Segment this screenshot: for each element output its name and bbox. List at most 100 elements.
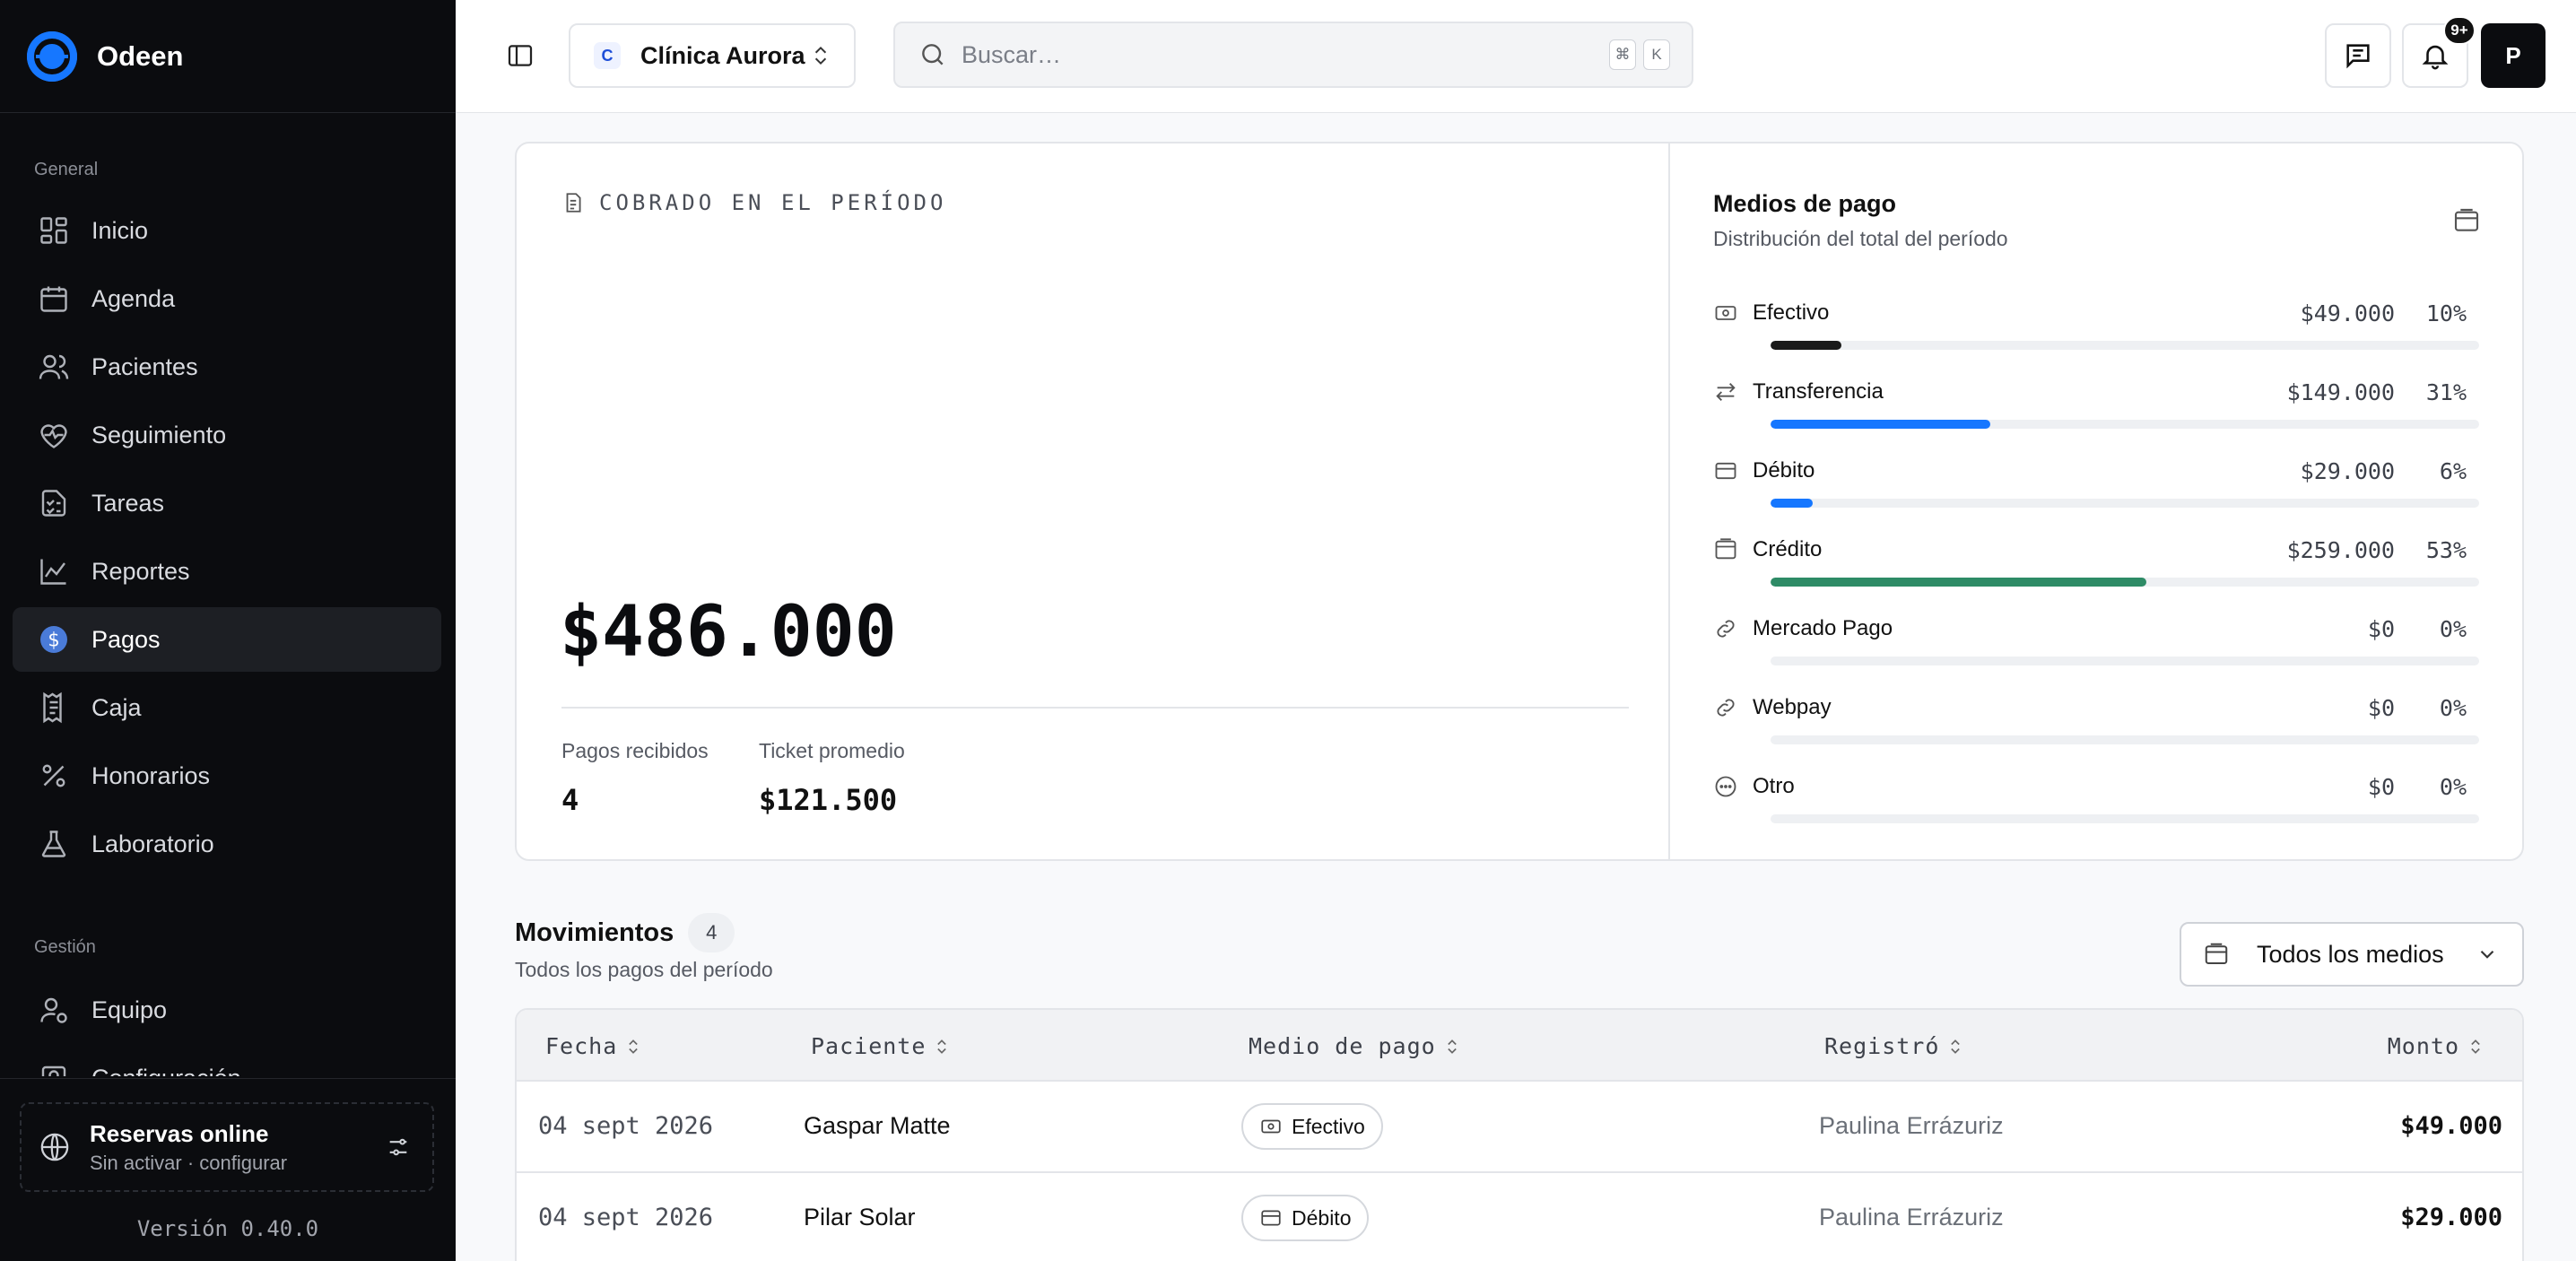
sidebar-toggle-button[interactable] [502,38,538,74]
payment-method-row: Otro $0 0% [1713,771,2479,850]
sidebar-item-label: Tareas [91,489,165,517]
notifications-button[interactable]: 9+ [2402,16,2476,88]
stat-pagos-recibidos: Pagos recibidos 4 [561,739,709,817]
cobrado-pane: COBRADO EN EL PERÍODO $486.000 Pagos rec… [517,143,1670,859]
sidebar-item-label: Caja [91,693,142,721]
sidebar-item-reportes[interactable]: Reportes [13,539,441,604]
reservas-online-card[interactable]: Reservas online Sin activar · configurar [20,1102,434,1192]
payment-method-bar [1771,578,2479,587]
medio-filter-select[interactable]: Todos los medios [2180,922,2524,987]
brand[interactable]: Odeen [0,0,456,113]
cell-paciente: Pilar Solar [804,1204,916,1231]
cell-fecha: 04 sept 2026 [538,1204,714,1231]
payment-method-bar-fill [1771,420,1990,429]
cash-icon [1261,1119,1281,1134]
sidebar-item-honorarios[interactable]: Honorarios [13,744,441,808]
sidebar-item-pacientes[interactable]: Pacientes [13,335,441,399]
sidebar-item-label: Pagos [91,625,161,653]
sidebar-item-label: Pacientes [91,352,198,380]
payment-method-name: Otro [1753,774,1795,798]
app-version: Versión 0.40.0 [136,1216,319,1241]
transfer-icon [1716,383,1736,401]
sidebar-item-agenda[interactable]: Agenda [13,266,441,331]
sidebar-item-label: Seguimiento [91,421,227,448]
payment-method-name: Transferencia [1753,379,1884,404]
settings-icon [41,1065,66,1076]
payment-method-percent: 6% [2439,457,2467,484]
main-nav: Inicio Agenda Pacientes Seguimiento Tare… [13,198,441,880]
payment-method-name: Webpay [1753,695,1832,719]
sidebar-item-pagos[interactable]: $ Pagos [13,607,441,672]
movimientos-count: 4 [688,913,735,952]
payment-method-row: Efectivo $49.000 10% [1713,298,2479,377]
table-row[interactable]: 04 sept 2026 Pilar Solar Débito Paulina … [517,1173,2522,1261]
column-header-registro[interactable]: Registró [1824,1033,1964,1059]
sliders-icon[interactable] [386,1135,411,1160]
payment-method-bar-fill [1771,499,1814,508]
user-cog-icon [40,997,67,1023]
globe-icon [40,1133,69,1161]
sidebar-item-tareas[interactable]: Tareas [13,471,441,535]
movimientos-title: Movimientos 4 [515,913,735,952]
table-row[interactable]: 04 sept 2026 Gaspar Matte Efectivo Pauli… [517,1082,2522,1173]
card-icon [1715,462,1736,480]
clinic-selector[interactable]: C Clínica Aurora [569,23,856,88]
column-header-fecha[interactable]: Fecha [545,1033,642,1059]
reservas-title: Reservas online [90,1119,269,1147]
medios-pane: Medios de pago Distribución del total de… [1670,143,2522,859]
payment-method-amount: $149.000 [2286,378,2395,405]
clinic-name: Clínica Aurora [640,41,805,69]
payment-method-percent: 31% [2425,378,2467,405]
checklist-icon [41,490,66,517]
sidebar-item-inicio[interactable]: Inicio [13,198,441,263]
search-input[interactable]: Buscar… ⌘ K [893,22,1693,88]
column-header-monto[interactable]: Monto [2388,1033,2485,1059]
payment-method-percent: 10% [2425,300,2467,326]
message-icon [2346,44,2370,69]
sidebar-item-label: Configuración [91,1065,241,1077]
payment-method-amount: $259.000 [2286,536,2395,563]
movimientos-subtitle: Todos los pagos del período [515,958,773,981]
percent-icon [42,764,65,787]
cell-monto: $29.000 [2400,1204,2502,1231]
sidebar-item-caja[interactable]: Caja [13,675,441,740]
payment-method-name: Efectivo [1753,300,1830,325]
sidebar-item-label: Agenda [91,284,176,312]
reservas-subtitle: Sin activar · configurar [90,1151,288,1174]
cobrado-label: COBRADO EN EL PERÍODO [561,190,946,215]
stat-ticket-promedio: Ticket promedio $121.500 [759,739,905,817]
clinic-badge: C [594,42,621,69]
sort-icon [2471,1039,2480,1054]
more-circle-icon [1715,776,1736,797]
payment-method-row: Transferencia $149.000 31% [1713,377,2479,456]
column-header-medio[interactable]: Medio de pago [1249,1033,1461,1059]
avatar[interactable]: P [2481,23,2546,88]
sidebar-item-laboratorio[interactable]: Laboratorio [13,812,441,876]
payment-method-bar [1771,814,2479,823]
dollar-circle-icon: $ [40,626,67,653]
column-header-paciente[interactable]: Paciente [811,1033,951,1059]
sidebar-item-configuracion[interactable]: Configuración [13,1046,441,1076]
payment-method-chip: Débito [1241,1195,1370,1241]
card-icon [1261,1210,1281,1226]
credit-card-icon [1715,538,1736,560]
medios-title: Medios de pago [1713,190,1897,217]
payment-method-bar-fill [1771,341,1841,350]
column-label: Medio de pago [1249,1033,1436,1059]
messages-button[interactable] [2325,23,2391,88]
sidebar-item-equipo[interactable]: Equipo [13,978,441,1042]
chevron-down-icon [2480,950,2494,959]
column-label: Paciente [811,1033,927,1059]
payment-method-name: Crédito [1753,537,1823,561]
link-icon [1717,699,1735,717]
chevrons-up-down-icon [814,46,827,65]
chip-label: Efectivo [1292,1114,1365,1138]
movimientos-title-text: Movimientos [515,917,674,947]
cobrado-label-text: COBRADO EN EL PERÍODO [599,190,947,215]
payment-method-bar [1771,420,2479,429]
column-label: Monto [2387,1033,2459,1059]
sidebar-item-seguimiento[interactable]: Seguimiento [13,403,441,467]
sidebar-item-label: Inicio [91,216,149,244]
sidebar-item-label: Reportes [91,557,190,585]
payment-method-name: Mercado Pago [1753,616,1893,640]
